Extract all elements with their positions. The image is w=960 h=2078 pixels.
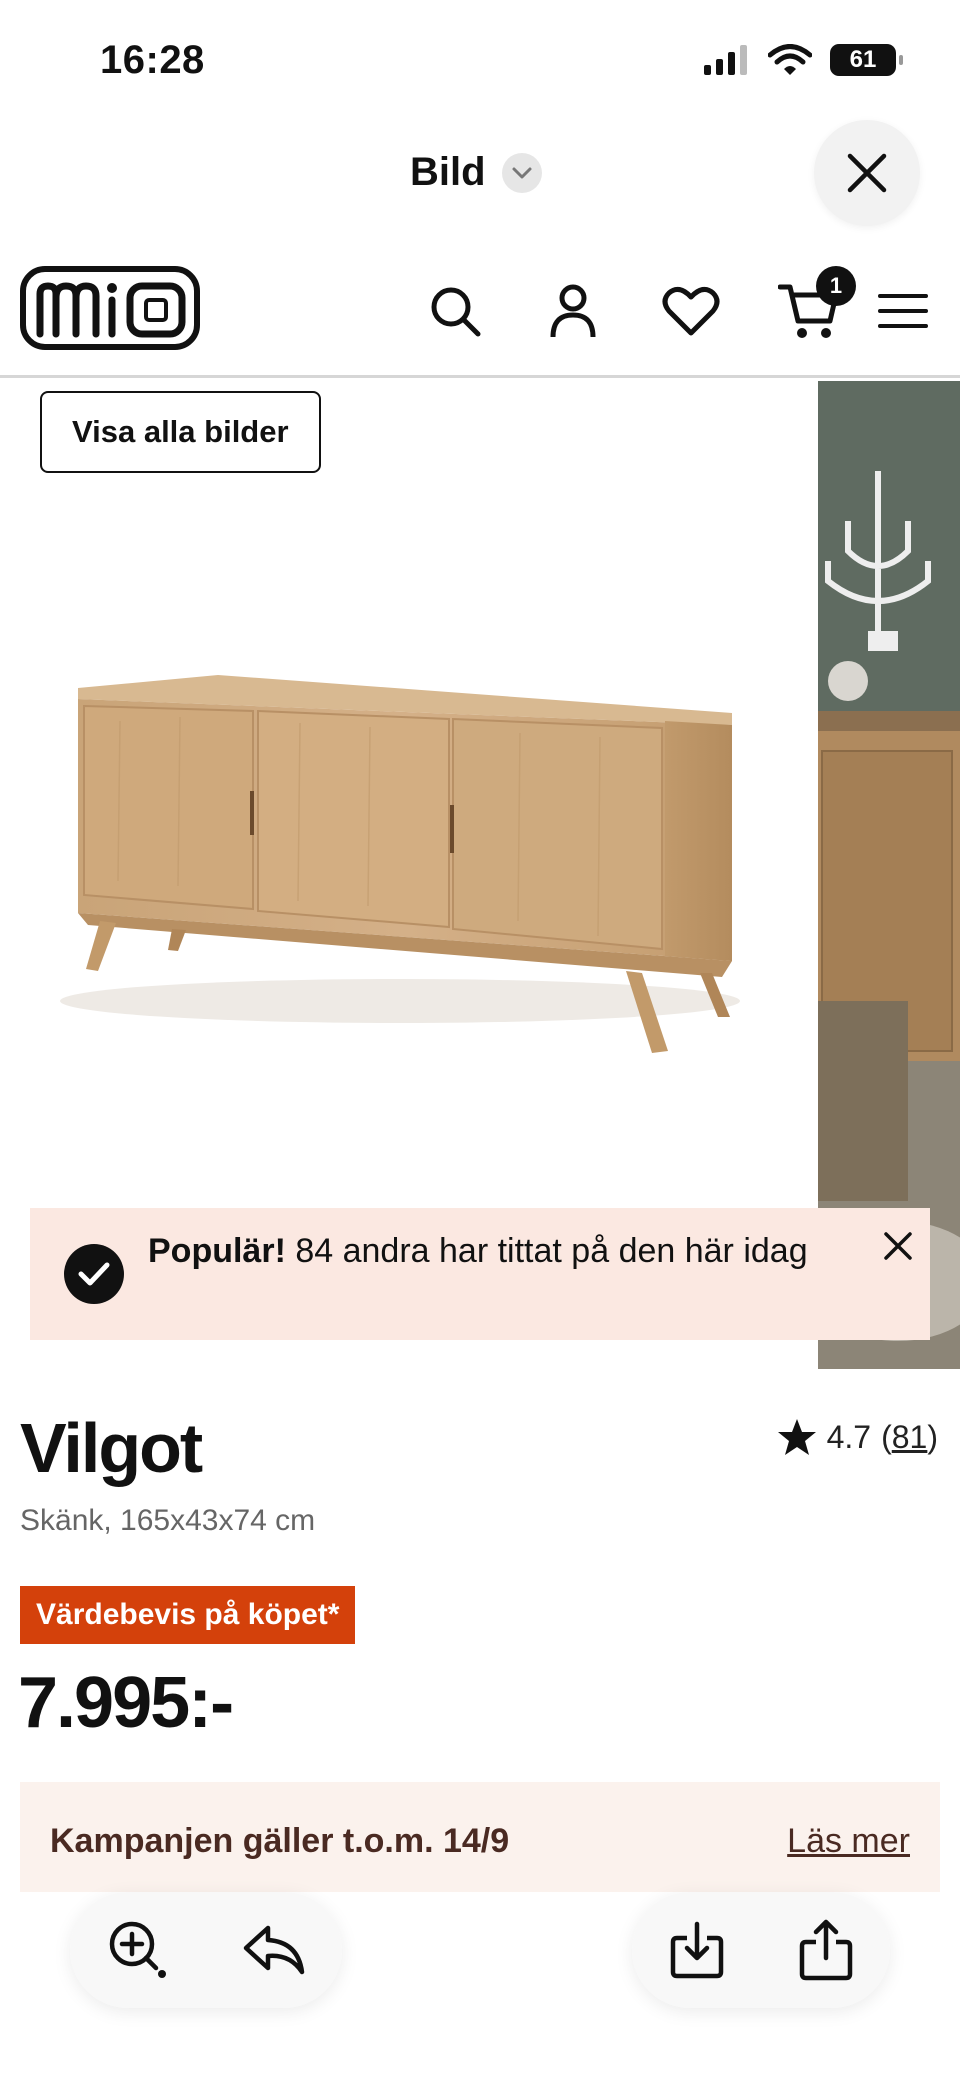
- product-subtitle: Skänk, 165x43x74 cm: [20, 1504, 316, 1537]
- heart-icon: [662, 286, 720, 336]
- popular-message: 84 andra har tittat på den här idag: [285, 1232, 808, 1270]
- check-icon: [64, 1244, 124, 1304]
- chevron-down-icon: [501, 152, 542, 193]
- product-price: 7.995:-: [18, 1663, 234, 1743]
- wishlist-button[interactable]: [632, 276, 750, 346]
- viewer-title-dropdown[interactable]: Bild: [410, 150, 542, 195]
- status-time: 16:28: [100, 38, 205, 82]
- search-icon: [431, 287, 481, 337]
- close-icon: [847, 153, 887, 193]
- product-rating[interactable]: 4.7 (81): [777, 1418, 938, 1456]
- popular-label: Populär!: [148, 1232, 286, 1270]
- popular-notice: Populär! 84 andra har tittat på den här …: [30, 1208, 930, 1340]
- show-all-images-button[interactable]: Visa alla bilder: [40, 391, 321, 473]
- campaign-banner: Kampanjen gäller t.o.m. 14/9 Läs mer: [20, 1782, 940, 1892]
- read-more-link[interactable]: Läs mer: [787, 1822, 910, 1861]
- cart-count-badge: 1: [816, 266, 856, 306]
- header-nav: 1: [396, 266, 938, 346]
- download-button[interactable]: [652, 1905, 742, 1995]
- viewer-toolbar-right: [632, 1892, 890, 2008]
- download-icon: [670, 1921, 723, 1979]
- rating-value: 4.7: [826, 1418, 872, 1455]
- viewer-toolbar-left: [70, 1892, 342, 2008]
- viewer-title: Bild: [410, 150, 486, 194]
- account-button[interactable]: [514, 276, 632, 346]
- menu-icon: [878, 294, 928, 328]
- viewer-header: Bild: [0, 120, 960, 230]
- campaign-text: Kampanjen gäller t.o.m. 14/9: [50, 1822, 510, 1860]
- menu-button[interactable]: [868, 276, 938, 346]
- popular-text: Populär! 84 andra har tittat på den här …: [148, 1228, 828, 1274]
- user-icon: [550, 284, 596, 338]
- battery-indicator: 61: [830, 44, 903, 76]
- close-viewer-button[interactable]: [814, 120, 920, 226]
- product-name: Vilgot: [20, 1409, 203, 1487]
- status-icons: 61: [704, 44, 903, 76]
- wifi-icon: [768, 44, 812, 75]
- star-icon: [777, 1419, 816, 1455]
- signal-icon: [704, 45, 747, 75]
- close-icon: [884, 1232, 912, 1260]
- cart-button[interactable]: 1: [750, 266, 868, 346]
- value-voucher-badge: Värdebevis på köpet*: [20, 1586, 356, 1644]
- status-bar: 16:28 61: [0, 0, 960, 120]
- site-header: 1: [0, 240, 960, 378]
- reply-icon: [243, 1925, 305, 1975]
- search-button[interactable]: [396, 276, 514, 346]
- review-count-link[interactable]: 81: [892, 1419, 928, 1455]
- reply-button[interactable]: [229, 1905, 319, 1995]
- rating-count-wrap[interactable]: (81): [881, 1419, 938, 1456]
- mio-logo[interactable]: [20, 266, 200, 355]
- zoom-button[interactable]: [93, 1905, 183, 1995]
- share-icon: [799, 1919, 852, 1981]
- popular-close-button[interactable]: [874, 1222, 922, 1270]
- share-button[interactable]: [781, 1905, 871, 1995]
- zoom-icon: [109, 1921, 166, 1978]
